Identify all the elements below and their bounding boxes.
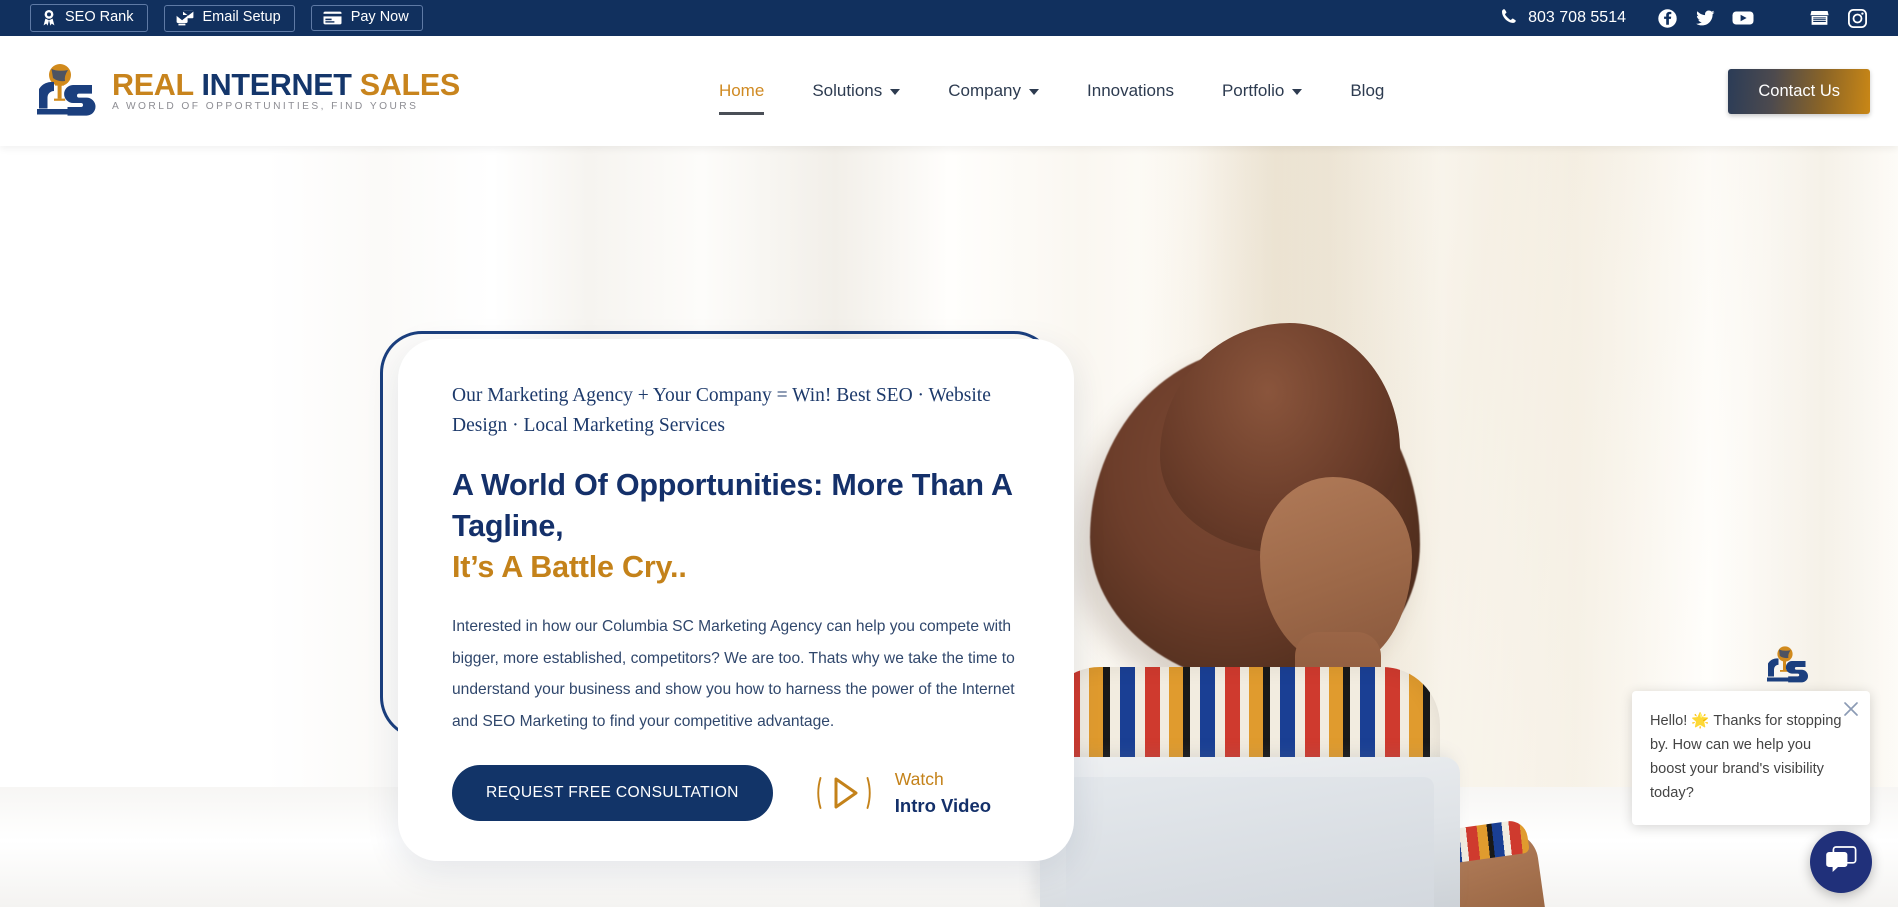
- hero-body-copy: Interested in how our Columbia SC Market…: [452, 618, 1015, 730]
- nav-item-company[interactable]: Company: [924, 71, 1063, 111]
- chevron-down-icon: [1292, 89, 1303, 95]
- top-utility-contact: 803 708 5514: [1501, 3, 1876, 33]
- twitter-icon[interactable]: [1686, 3, 1724, 33]
- logo-text: REAL INTERNET SALES A WORLD OF OPPORTUNI…: [112, 67, 460, 113]
- nav-label-company: Company: [948, 81, 1022, 100]
- hero-person-photo: [1010, 227, 1570, 907]
- top-utility-buttons: SEO Rank Email Setup Pay Now: [30, 4, 423, 32]
- hero-headline-line2: It’s A Battle Cry..: [452, 549, 687, 584]
- storefront-icon[interactable]: [1800, 3, 1838, 33]
- facebook-icon[interactable]: [1648, 3, 1686, 33]
- contact-us-button[interactable]: Contact Us: [1728, 68, 1870, 114]
- chevron-down-icon: [1029, 89, 1040, 95]
- chat-greeting-bubble: Hello! 🌟 Thanks for stopping by. How can…: [1632, 690, 1870, 825]
- pay-now-button[interactable]: Pay Now: [310, 5, 423, 31]
- nav-item-blog[interactable]: Blog: [1326, 71, 1408, 111]
- site-header: REAL INTERNET SALES A WORLD OF OPPORTUNI…: [0, 36, 1898, 146]
- hero-headline: A World Of Opportunities: More Than A Ta…: [452, 465, 1020, 587]
- nav-label-portfolio: Portfolio: [1221, 81, 1285, 100]
- laptop: [1040, 757, 1460, 907]
- email-stack-icon: [176, 10, 194, 26]
- top-utility-bar: SEO Rank Email Setup Pay Now 803 708 551…: [0, 0, 1898, 36]
- hero-headline-line1: A World Of Opportunities: More Than A Ta…: [452, 468, 1012, 543]
- email-setup-button[interactable]: Email Setup: [163, 4, 295, 32]
- chat-bubble-icon: [1825, 845, 1857, 880]
- hero-eyebrow: Our Marketing Agency + Your Company = Wi…: [452, 385, 991, 437]
- nav-item-innovations[interactable]: Innovations: [1063, 71, 1198, 111]
- watch-intro-video-text: Watch Intro Video: [895, 767, 991, 819]
- seo-rank-label: SEO Rank: [65, 9, 134, 26]
- main-navigation: Home Solutions Company Innovations Portf…: [695, 71, 1408, 115]
- nav-label-solutions: Solutions: [812, 81, 883, 100]
- seo-rank-button[interactable]: SEO Rank: [30, 4, 148, 32]
- logo-word-internet: INTERNET: [201, 67, 352, 102]
- nav-label-blog: Blog: [1350, 81, 1385, 100]
- logo-word-real: REAL: [112, 67, 194, 102]
- brand-avatar-icon: [1764, 645, 1810, 685]
- nav-item-portfolio[interactable]: Portfolio: [1198, 71, 1326, 111]
- nav-item-home[interactable]: Home: [695, 71, 788, 115]
- youtube-icon[interactable]: [1724, 3, 1762, 33]
- credit-card-icon: [323, 11, 342, 25]
- logo-word-sales: SALES: [359, 67, 460, 102]
- close-icon[interactable]: [1841, 699, 1861, 719]
- logo-tagline: A WORLD OF OPPORTUNITIES, FIND YOURS: [112, 101, 419, 113]
- pay-now-label: Pay Now: [350, 9, 409, 26]
- hero-card: Our Marketing Agency + Your Company = Wi…: [398, 339, 1074, 862]
- phone-icon: [1501, 8, 1517, 29]
- nav-item-solutions[interactable]: Solutions: [788, 71, 924, 111]
- request-free-consultation-button[interactable]: REQUEST FREE CONSULTATION: [452, 765, 773, 822]
- play-triangle-icon: [811, 770, 877, 816]
- phone-link[interactable]: 803 708 5514: [1501, 8, 1626, 29]
- nav-label-home: Home: [718, 81, 765, 100]
- phone-number: 803 708 5514: [1528, 9, 1626, 26]
- hero-card-wrapper: Our Marketing Agency + Your Company = Wi…: [380, 331, 1074, 862]
- chat-greeting-message: Hello! 🌟 Thanks for stopping by. How can…: [1650, 712, 1842, 801]
- hero-section: Our Marketing Agency + Your Company = Wi…: [0, 146, 1898, 907]
- globe-pillar-rs-logo-icon: [32, 62, 98, 120]
- award-ribbon-icon: [42, 9, 56, 26]
- email-setup-label: Email Setup: [202, 9, 281, 26]
- video-label-watch: Watch: [894, 768, 944, 789]
- watch-intro-video-link[interactable]: Watch Intro Video: [811, 767, 991, 819]
- hero-cta-row: REQUEST FREE CONSULTATION Watch Intro Vi…: [452, 765, 1020, 822]
- video-label-intro-video: Intro Video: [894, 794, 992, 816]
- chat-launcher-button[interactable]: [1810, 831, 1872, 893]
- site-logo[interactable]: REAL INTERNET SALES A WORLD OF OPPORTUNI…: [32, 62, 460, 120]
- nav-label-innovations: Innovations: [1087, 81, 1174, 100]
- instagram-icon[interactable]: [1838, 3, 1876, 33]
- chevron-down-icon: [890, 89, 901, 95]
- nav-active-underline: [718, 112, 765, 115]
- logo-wordmark: REAL INTERNET SALES: [112, 67, 460, 102]
